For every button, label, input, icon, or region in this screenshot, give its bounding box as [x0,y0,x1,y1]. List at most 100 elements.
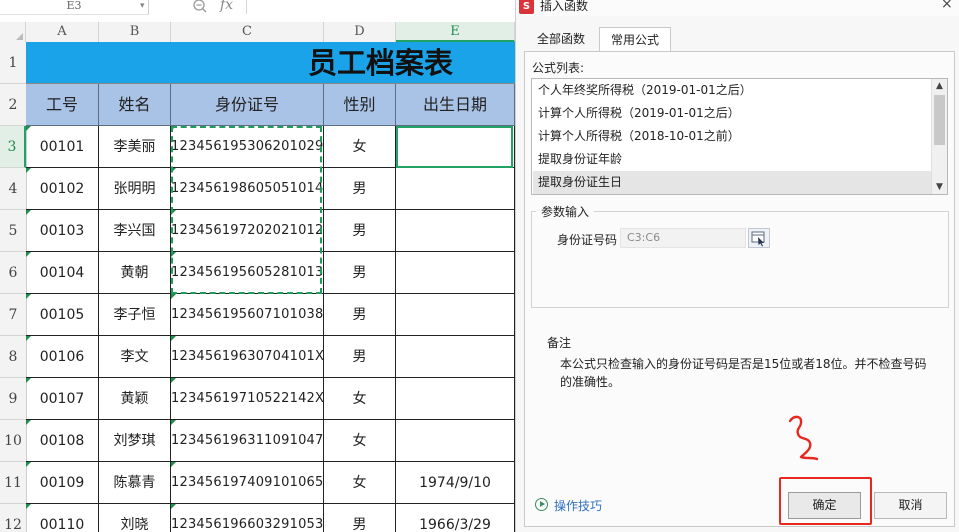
header-cell-name[interactable]: 姓名 [99,84,171,126]
select-all-corner[interactable] [0,22,26,42]
formula-item-extract-age[interactable]: 提取身份证年龄 [533,148,931,171]
column-header-c[interactable]: C [171,22,324,42]
row-header-4[interactable]: 4 [0,168,26,210]
cell-birth-date[interactable]: 1974/9/10 [396,462,515,504]
cell-gender[interactable]: 男 [324,210,396,252]
cell-name[interactable]: 陈慕青 [99,462,171,504]
row-header-6[interactable]: 6 [0,252,26,294]
cell-name[interactable]: 张明明 [99,168,171,210]
column-header-a[interactable]: A [26,22,99,42]
cell-birth-date[interactable] [396,252,515,294]
cell-employee-id[interactable]: 00105 [26,294,99,336]
cancel-button[interactable]: 取消 [874,492,947,519]
cell-gender[interactable]: 女 [324,126,396,168]
name-box[interactable]: E3 [0,0,149,15]
note-label: 备注 [547,336,572,350]
cell-employee-id[interactable]: 00110 [26,504,99,532]
cell-employee-id[interactable]: 00101 [26,126,99,168]
cell-employee-id[interactable]: 00108 [26,420,99,462]
zoom-icon[interactable] [192,0,208,14]
header-cell-id-number[interactable]: 身份证号 [171,84,324,126]
column-header-e[interactable]: E [396,22,515,42]
cell-birth-date[interactable] [396,126,515,168]
cell-id-number[interactable]: 12345619630704101X [171,336,324,378]
sheet-title-cell[interactable]: 员工档案表 [26,42,515,84]
cell-birth-date[interactable]: 1966/3/29 [396,504,515,532]
cell-name[interactable]: 李文 [99,336,171,378]
tab-common-formulas[interactable]: 常用公式 [599,27,671,52]
ok-button[interactable]: 确定 [788,492,861,519]
cell-id-number[interactable]: 123456196603291053 [171,504,324,532]
id-number-param-input[interactable]: C3:C6 [620,228,746,248]
cell-birth-date[interactable] [396,168,515,210]
cell-gender[interactable]: 男 [324,504,396,532]
tips-link[interactable]: 操作技巧 [554,497,602,514]
row-header-2[interactable]: 2 [0,84,26,126]
row-header-3[interactable]: 3 [0,126,26,168]
cell-id-number[interactable]: 123456198605051014 [171,168,324,210]
cell-birth-date[interactable] [396,378,515,420]
row-header-12[interactable]: 12 [0,504,26,532]
column-header-b[interactable]: B [99,22,171,42]
row-header-7[interactable]: 7 [0,294,26,336]
cell-id-number[interactable]: 123456197409101065 [171,462,324,504]
scrollbar-thumb[interactable] [934,95,945,145]
header-cell-gender[interactable]: 性别 [324,84,396,126]
tab-all-functions[interactable]: 全部函数 [525,27,597,51]
name-box-dropdown-icon[interactable]: ▾ [140,0,145,12]
cell-gender[interactable]: 女 [324,462,396,504]
cell-birth-date[interactable] [396,294,515,336]
cell-birth-date[interactable] [396,420,515,462]
cell-gender[interactable]: 男 [324,252,396,294]
cell-id-number[interactable]: 123456195306201029 [171,126,324,168]
row-header-1[interactable]: 1 [0,42,26,84]
play-circle-icon[interactable] [535,498,548,511]
cell-id-number[interactable]: 123456196311091047 [171,420,324,462]
cell-employee-id[interactable]: 00104 [26,252,99,294]
formula-item-income-tax-after-2019[interactable]: 计算个人所得税（2019-01-01之后） [533,102,931,125]
close-icon[interactable]: × [941,0,953,12]
cell-id-number[interactable]: 123456197202021012 [171,210,324,252]
row-header-5[interactable]: 5 [0,210,26,252]
list-scrollbar[interactable]: ▲ ▼ [931,79,947,194]
header-cell-birth-date[interactable]: 出生日期 [396,84,515,126]
cell-gender[interactable]: 男 [324,168,396,210]
cell-employee-id[interactable]: 00109 [26,462,99,504]
cell-employee-id[interactable]: 00107 [26,378,99,420]
cell-name[interactable]: 黄颖 [99,378,171,420]
cell-name[interactable]: 李兴国 [99,210,171,252]
cell-name[interactable]: 刘晓 [99,504,171,532]
cell-employee-id[interactable]: 00102 [26,168,99,210]
cell-id-number[interactable]: 123456195605281013 [171,252,324,294]
formula-list[interactable]: 个人年终奖所得税（2019-01-01之后） 计算个人所得税（2019-01-0… [531,78,948,195]
cell-employee-id[interactable]: 00106 [26,336,99,378]
row-header-9[interactable]: 9 [0,378,26,420]
cell-name[interactable]: 黄朝 [99,252,171,294]
scroll-down-arrow-icon[interactable]: ▼ [932,180,947,194]
formula-input[interactable] [246,0,515,14]
cell-name[interactable]: 刘梦琪 [99,420,171,462]
cell-name[interactable]: 李美丽 [99,126,171,168]
cell-gender[interactable]: 女 [324,420,396,462]
formula-item-income-tax-before-2018[interactable]: 计算个人所得税（2018-10-01之前） [533,125,931,148]
cell-gender[interactable]: 男 [324,294,396,336]
formula-item-extract-birthday[interactable]: 提取身份证生日 [533,171,931,194]
formula-item-year-end-bonus-tax[interactable]: 个人年终奖所得税（2019-01-01之后） [533,79,931,102]
row-header-10[interactable]: 10 [0,420,26,462]
scroll-up-arrow-icon[interactable]: ▲ [932,79,947,93]
row-header-8[interactable]: 8 [0,336,26,378]
cell-id-number[interactable]: 12345619710522142X [171,378,324,420]
cell-name[interactable]: 李子恒 [99,294,171,336]
column-header-d[interactable]: D [324,22,396,42]
cell-birth-date[interactable] [396,210,515,252]
range-picker-button[interactable] [748,228,770,248]
cell-gender[interactable]: 女 [324,378,396,420]
fx-icon[interactable]: fx [220,0,233,13]
cell-birth-date[interactable] [396,336,515,378]
cell-id-number[interactable]: 123456195607101038 [171,294,324,336]
cell-gender[interactable]: 男 [324,336,396,378]
cell-employee-id[interactable]: 00103 [26,210,99,252]
header-cell-employee-id[interactable]: 工号 [26,84,99,126]
row-header-11[interactable]: 11 [0,462,26,504]
dialog-titlebar[interactable]: S 插入函数 × [516,0,959,16]
